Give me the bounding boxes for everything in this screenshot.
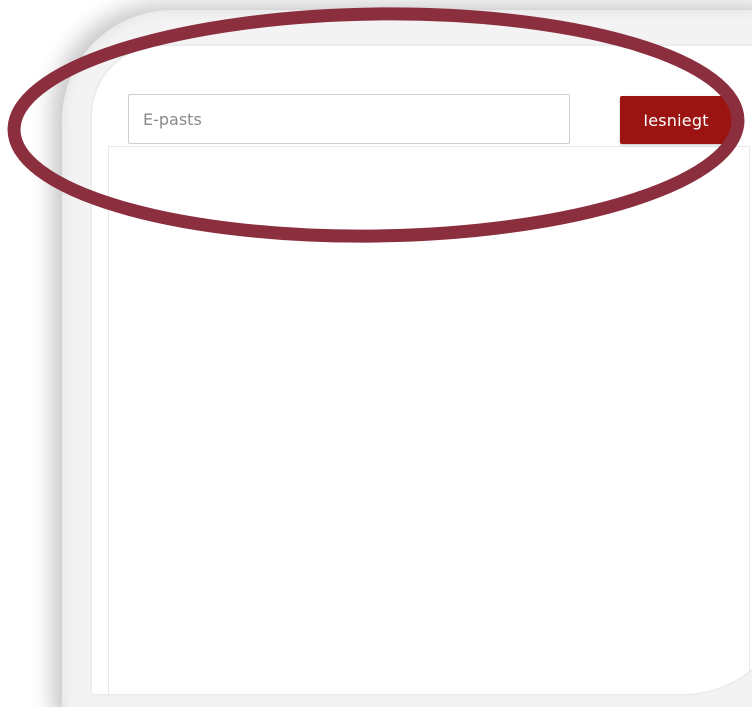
submit-button[interactable]: Iesniegt (620, 96, 732, 144)
card-content-area (108, 146, 750, 694)
email-field[interactable] (128, 94, 570, 144)
screenshot-stage: Iesniegt (0, 0, 752, 707)
